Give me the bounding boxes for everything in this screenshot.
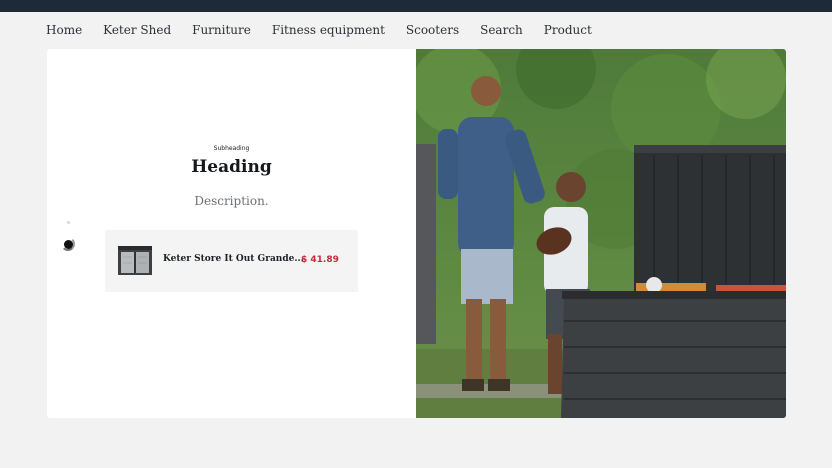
nav-item-search[interactable]: Search (480, 23, 523, 37)
nav-item-furniture[interactable]: Furniture (192, 23, 251, 37)
main-nav: Home Keter Shed Furniture Fitness equipm… (46, 23, 613, 37)
description: Description. (194, 194, 269, 208)
nav-item-product[interactable]: Product (544, 23, 592, 37)
family-garden-photo (416, 49, 786, 418)
content-panel: Subheading Heading Description. Keter St… (47, 49, 416, 418)
storage-shed-icon (118, 246, 152, 275)
nav-item-fitness-equipment[interactable]: Fitness equipment (272, 23, 385, 37)
product-price: $ 41.89 (301, 255, 339, 265)
product-card[interactable]: Keter Store It Out Grande... $ 41.89 (105, 230, 358, 292)
nav-item-keter-shed[interactable]: Keter Shed (103, 23, 171, 37)
carousel-dot-1[interactable] (67, 221, 70, 224)
top-bar (0, 0, 832, 12)
heading: Heading (191, 157, 272, 177)
carousel-dot-2-active[interactable] (64, 240, 73, 249)
nav-item-scooters[interactable]: Scooters (406, 23, 459, 37)
subheading: Subheading (213, 145, 250, 152)
nav-item-home[interactable]: Home (46, 23, 82, 37)
shop-the-look-card: Subheading Heading Description. Keter St… (47, 49, 786, 418)
product-name[interactable]: Keter Store It Out Grande... (163, 254, 304, 264)
carousel-dots (61, 219, 83, 259)
